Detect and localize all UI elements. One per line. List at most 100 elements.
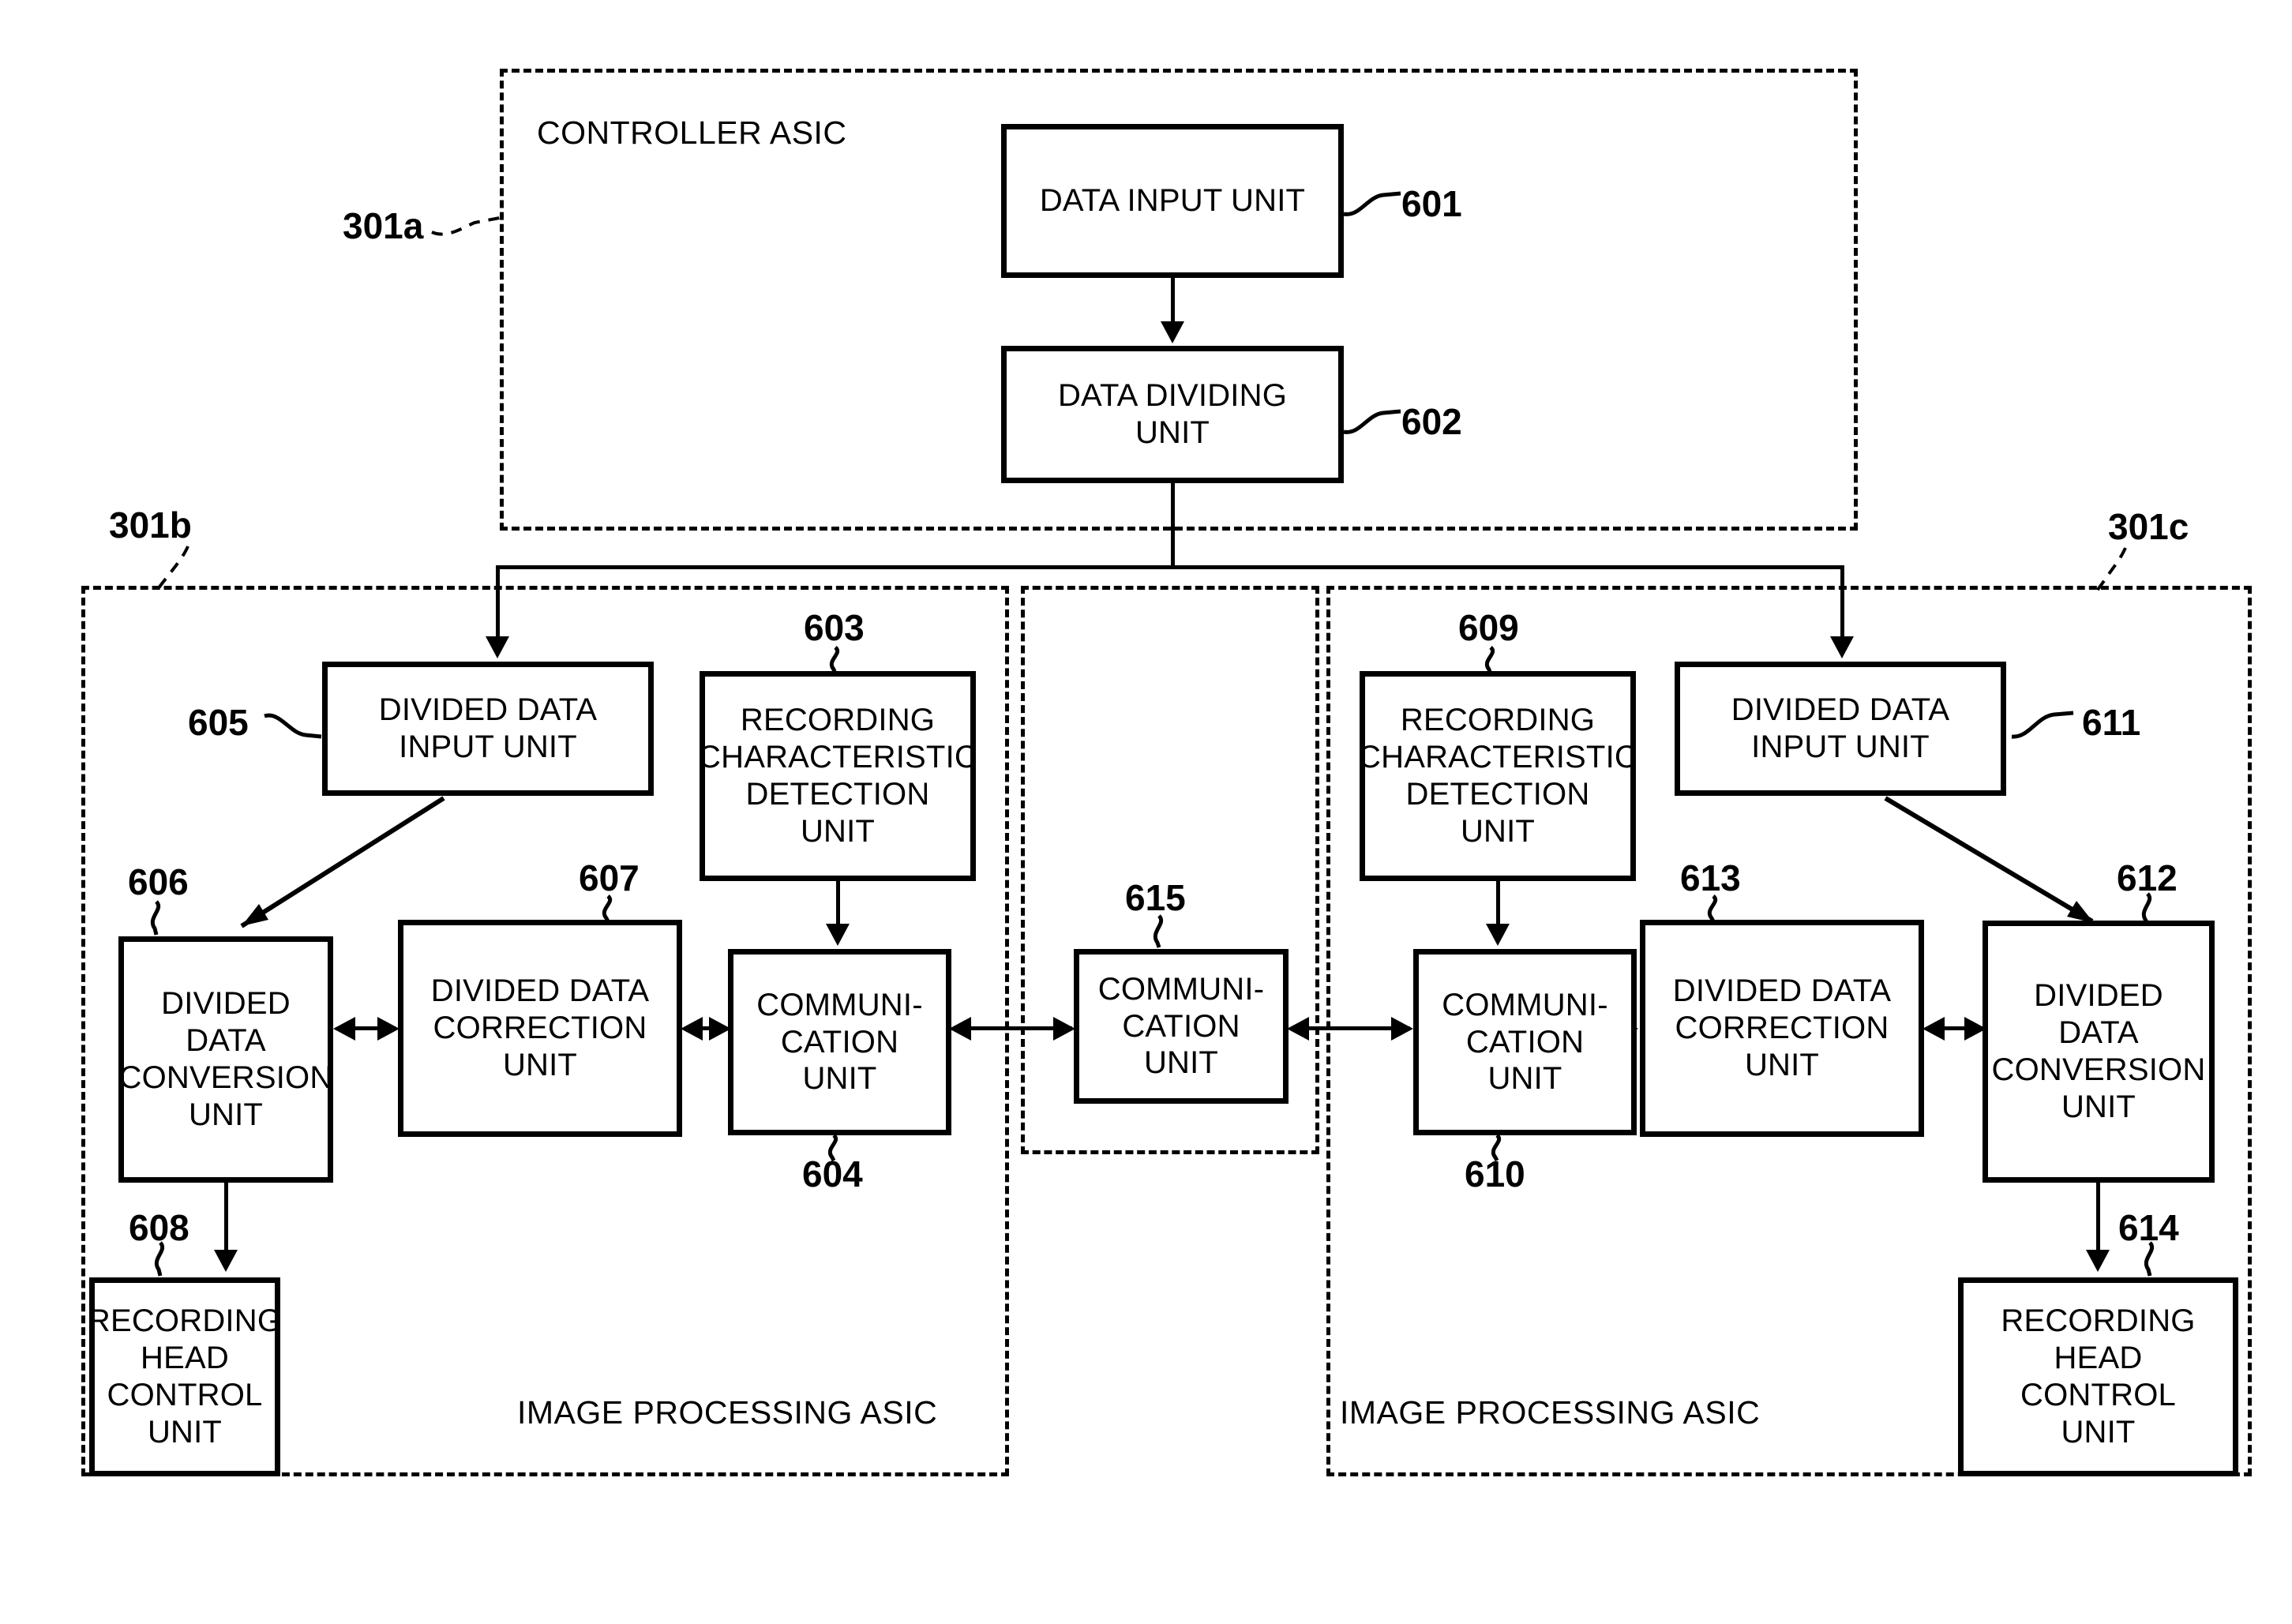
- image-processing-asic-left-label: IMAGE PROCESSING ASIC: [517, 1394, 938, 1431]
- arrowhead-609-to-610: [1486, 924, 1510, 946]
- arrowhead-615-to-610: [1391, 1017, 1413, 1041]
- leader-601: [1343, 191, 1401, 216]
- block-610-line-2: CATION: [1465, 1024, 1585, 1060]
- leader-605: [264, 713, 322, 739]
- ref-605: 605: [188, 702, 249, 743]
- connector-606-to-608: [224, 1183, 228, 1252]
- leader-301c: [2095, 547, 2127, 592]
- block-612-line-1: DIVIDED: [2034, 978, 2163, 1014]
- arrowhead-610-to-615: [1287, 1017, 1309, 1041]
- bus-horizontal: [496, 565, 1844, 569]
- bus-branch-left: [496, 565, 500, 639]
- block-recording-head-control-unit-right[interactable]: RECORDING HEAD CONTROL UNIT: [1958, 1277, 2238, 1476]
- block-602-line-1: DATA DIVIDING: [1057, 378, 1288, 414]
- leader-301b: [156, 546, 189, 591]
- block-612-line-2: DATA: [2058, 1015, 2139, 1051]
- ref-607: 607: [579, 857, 640, 898]
- block-divided-data-conversion-unit-left[interactable]: DIVIDED DATA CONVERSION UNIT: [118, 936, 333, 1183]
- arrowhead-612-to-613: [1923, 1017, 1945, 1041]
- ref-613: 613: [1680, 857, 1741, 898]
- ref-608: 608: [129, 1207, 189, 1248]
- block-610-line-1: COMMUNI-: [1442, 987, 1608, 1022]
- ref-606: 606: [128, 861, 189, 902]
- arrowhead-612-to-614: [2086, 1250, 2110, 1272]
- block-614-line-4: UNIT: [2061, 1414, 2136, 1450]
- block-606-line-3: CONVERSION: [118, 1060, 333, 1095]
- block-communication-unit-left[interactable]: COMMUNI- CATION UNIT: [728, 949, 951, 1135]
- block-604-line-3: UNIT: [802, 1061, 877, 1097]
- block-606-line-2: DATA: [186, 1023, 266, 1059]
- ref-609: 609: [1458, 607, 1519, 648]
- block-602-line-2: UNIT: [1135, 415, 1210, 450]
- ref-604: 604: [802, 1153, 863, 1195]
- block-603-line-2: CHARACTERISTIC: [698, 740, 977, 775]
- block-615-line-3: UNIT: [1143, 1045, 1219, 1081]
- block-614-line-3: CONTROL: [2020, 1378, 2176, 1412]
- block-611-line-2: INPUT UNIT: [1751, 729, 1930, 764]
- block-603-line-3: DETECTION: [745, 777, 930, 812]
- block-recording-characteristic-detection-unit-right[interactable]: RECORDING CHARACTERISTIC DETECTION UNIT: [1358, 671, 1637, 881]
- leader-615: [1154, 914, 1163, 948]
- block-divided-data-correction-unit-right[interactable]: DIVIDED DATA CORRECTION UNIT: [1640, 920, 1924, 1137]
- bus-drop-from-602: [1171, 483, 1175, 567]
- block-612-line-3: CONVERSION: [1991, 1052, 2206, 1087]
- connector-612-to-614: [2096, 1183, 2100, 1252]
- block-609-line-2: CHARACTERISTIC: [1358, 740, 1637, 775]
- arrowhead-604-to-615: [1053, 1017, 1075, 1041]
- arrowhead-615-to-604: [949, 1017, 971, 1041]
- arrowhead-606-to-608: [214, 1250, 238, 1272]
- block-divided-data-conversion-unit-right[interactable]: DIVIDED DATA CONVERSION UNIT: [1983, 921, 2215, 1183]
- block-608-line-1: RECORDING: [87, 1303, 283, 1339]
- block-divided-data-input-unit-right[interactable]: DIVIDED DATA INPUT UNIT: [1675, 662, 2006, 796]
- block-605-line-1: DIVIDED DATA: [378, 692, 598, 728]
- ref-603: 603: [804, 607, 865, 648]
- ref-611: 611: [2082, 702, 2141, 743]
- bus-branch-right: [1840, 565, 1844, 639]
- block-607-line-2: CORRECTION: [433, 1011, 647, 1046]
- block-605-line-2: INPUT UNIT: [399, 729, 577, 764]
- block-612-line-4: UNIT: [2061, 1089, 2136, 1124]
- block-614-line-2: HEAD: [2054, 1341, 2143, 1376]
- block-609-line-1: RECORDING: [1400, 703, 1596, 738]
- arrowhead-601-to-602: [1161, 321, 1184, 343]
- block-data-dividing-unit[interactable]: DATA DIVIDING UNIT: [1001, 346, 1344, 483]
- ref-602: 602: [1401, 401, 1462, 442]
- block-615-line-1: COMMUNI-: [1097, 971, 1265, 1007]
- arrowhead-607-to-606: [333, 1017, 355, 1041]
- block-609-line-3: DETECTION: [1405, 777, 1590, 812]
- block-613-line-3: UNIT: [1744, 1047, 1820, 1082]
- arrowhead-bus-to-605: [486, 636, 509, 658]
- leader-602: [1343, 409, 1401, 434]
- block-604-line-2: CATION: [780, 1024, 899, 1060]
- block-613-line-2: CORRECTION: [1675, 1011, 1889, 1046]
- block-608-line-2: HEAD: [141, 1341, 229, 1376]
- block-data-input-unit[interactable]: DATA INPUT UNIT: [1001, 124, 1344, 278]
- image-processing-asic-right-label: IMAGE PROCESSING ASIC: [1340, 1394, 1761, 1431]
- block-607-line-3: UNIT: [502, 1047, 578, 1082]
- connector-601-to-602: [1171, 278, 1175, 324]
- ref-610: 610: [1465, 1153, 1525, 1195]
- leader-607: [602, 895, 612, 923]
- block-601-line-1: DATA INPUT UNIT: [1039, 183, 1306, 219]
- leader-606: [151, 900, 160, 936]
- arrowhead-603-to-604: [826, 924, 850, 946]
- block-communication-unit-bridge[interactable]: COMMUNI- CATION UNIT: [1074, 949, 1289, 1104]
- connector-603-to-604: [836, 881, 840, 927]
- leader-613: [1708, 895, 1717, 923]
- block-divided-data-correction-unit-left[interactable]: DIVIDED DATA CORRECTION UNIT: [398, 920, 682, 1137]
- block-610-line-3: UNIT: [1487, 1061, 1562, 1097]
- leader-603: [830, 646, 839, 675]
- block-611-line-1: DIVIDED DATA: [1731, 692, 1950, 728]
- block-608-line-4: UNIT: [147, 1414, 223, 1450]
- block-recording-head-control-unit-left[interactable]: RECORDING HEAD CONTROL UNIT: [87, 1277, 283, 1476]
- block-606-line-4: UNIT: [188, 1097, 264, 1132]
- block-recording-characteristic-detection-unit-left[interactable]: RECORDING CHARACTERISTIC DETECTION UNIT: [698, 671, 977, 881]
- block-communication-unit-right[interactable]: COMMUNI- CATION UNIT: [1413, 949, 1637, 1135]
- block-609-line-4: UNIT: [1460, 813, 1536, 849]
- leader-611: [2011, 711, 2074, 739]
- block-divided-data-input-unit-left[interactable]: DIVIDED DATA INPUT UNIT: [322, 662, 654, 796]
- ref-301a: 301a: [343, 205, 424, 246]
- ref-601: 601: [1401, 183, 1462, 224]
- connector-609-to-610: [1496, 881, 1500, 927]
- block-614-line-1: RECORDING: [2001, 1303, 2196, 1339]
